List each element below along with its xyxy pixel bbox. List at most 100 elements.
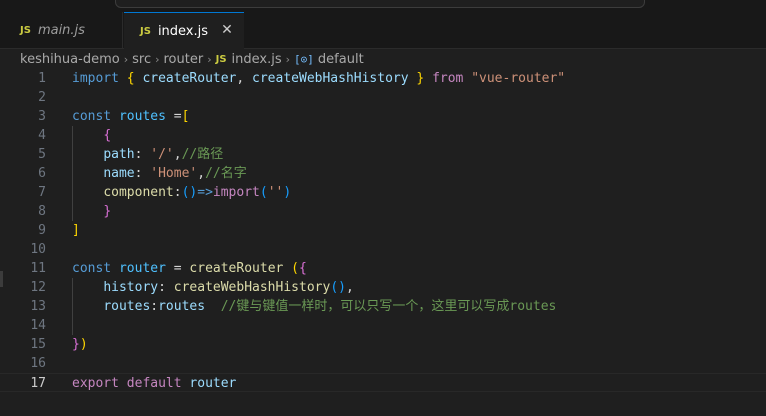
code-text: history: createWebHashHistory(), — [72, 278, 354, 297]
editor-tab-bar: JS main.js JS index.js ✕ — [0, 12, 766, 49]
code-token: : — [173, 185, 182, 200]
command-center[interactable] — [115, 0, 645, 8]
code-line[interactable]: 16 — [0, 354, 766, 373]
code-line[interactable]: 15}) — [0, 335, 766, 354]
code-line[interactable]: 9] — [0, 221, 766, 240]
code-token: } — [72, 337, 80, 352]
code-line[interactable]: 8 } — [0, 202, 766, 221]
code-token: from — [432, 71, 464, 86]
code-token: createWebHashHistory — [252, 71, 409, 86]
code-token: name — [103, 166, 135, 181]
code-token: , — [345, 280, 354, 295]
code-token: : — [150, 299, 159, 314]
javascript-file-icon: JS — [215, 53, 227, 65]
code-text: } — [72, 202, 111, 221]
scroll-marker — [0, 271, 3, 287]
line-number: 11 — [30, 261, 46, 276]
breadcrumb-item-router[interactable]: router — [164, 52, 204, 67]
breadcrumb-item-symbol[interactable]: default — [318, 52, 364, 67]
code-token: "vue-router" — [471, 71, 566, 86]
chevron-right-icon: › — [285, 52, 291, 66]
code-token: router — [118, 261, 166, 276]
line-number: 14 — [30, 318, 46, 333]
code-token: const — [72, 109, 112, 124]
code-line[interactable]: 2 — [0, 88, 766, 107]
code-line[interactable]: 13 routes:routes //键与键值一样时，可以只写一个，这里可以写成… — [0, 297, 766, 316]
code-token: { — [103, 128, 112, 143]
code-token: createRouter — [189, 261, 284, 276]
code-token: { — [126, 71, 135, 86]
code-token: '/' — [150, 147, 174, 162]
chevron-right-icon: › — [123, 52, 129, 66]
line-number: 3 — [38, 109, 46, 124]
title-bar — [0, 0, 766, 12]
code-token: , — [173, 147, 182, 162]
line-number: 15 — [30, 337, 46, 352]
code-line[interactable]: 1 import { createRouter, createWebHashHis… — [0, 69, 766, 88]
code-line[interactable]: 6 name: 'Home',//名字 — [0, 164, 766, 183]
line-number: 2 — [38, 90, 46, 105]
javascript-file-icon: JS — [140, 25, 151, 37]
close-icon[interactable]: ✕ — [218, 21, 236, 39]
code-line[interactable]: 5 path: '/',//路径 — [0, 145, 766, 164]
code-text: ] — [72, 221, 80, 240]
line-number: 4 — [38, 128, 46, 143]
line-number: 17 — [30, 376, 46, 391]
code-text: { — [72, 126, 111, 145]
code-text: const router = createRouter ({ — [72, 259, 307, 278]
line-number: 6 — [38, 166, 46, 181]
code-token: //名字 — [205, 166, 247, 181]
line-number: 13 — [30, 299, 46, 314]
code-token: => — [197, 185, 213, 200]
code-line[interactable]: 4 { — [0, 126, 766, 145]
code-line[interactable]: 11 const router = createRouter ({ — [0, 259, 766, 278]
code-line[interactable]: 17 export default router — [0, 373, 766, 392]
tab-main-js[interactable]: JS main.js — [0, 12, 123, 48]
code-text: export default router — [72, 374, 236, 393]
code-editor[interactable]: 1 import { createRouter, createWebHashHis… — [0, 69, 766, 416]
code-line[interactable]: 10 — [0, 240, 766, 259]
code-token: component — [103, 185, 174, 200]
breadcrumb-item-src[interactable]: src — [132, 52, 151, 67]
code-token: ( — [259, 185, 268, 200]
code-line[interactable]: 12 history: createWebHashHistory(), — [0, 278, 766, 297]
code-token: createRouter — [142, 71, 237, 86]
code-token: routes — [103, 299, 151, 314]
code-token: , — [197, 166, 206, 181]
code-token: export — [72, 376, 119, 391]
code-text: routes:routes //键与键值一样时，可以只写一个，这里可以写成rou… — [72, 297, 556, 316]
tab-index-js[interactable]: JS index.js ✕ — [124, 12, 244, 49]
code-token: default — [126, 376, 182, 391]
code-text: name: 'Home',//名字 — [72, 164, 247, 183]
code-line[interactable]: 7 component:()=>import('') — [0, 183, 766, 202]
line-number: 10 — [30, 242, 46, 257]
code-token: path — [103, 147, 135, 162]
code-token: import — [212, 185, 260, 200]
code-line[interactable]: 3 const routes =[ — [0, 107, 766, 126]
code-token: ( — [291, 261, 299, 276]
code-text: const routes =[ — [72, 107, 189, 126]
code-token: '' — [267, 185, 284, 200]
code-token: , — [236, 71, 253, 86]
code-token: const — [72, 261, 112, 276]
line-number: 9 — [38, 223, 46, 238]
code-token: : — [158, 280, 174, 295]
code-token: () — [181, 185, 198, 200]
code-line[interactable]: 14 — [0, 316, 766, 335]
chevron-right-icon: › — [155, 52, 160, 66]
code-token: 'Home' — [150, 166, 198, 181]
breadcrumb-item-file[interactable]: index.js — [232, 52, 282, 67]
breadcrumb-item-project[interactable]: keshihua-demo — [20, 52, 120, 67]
breadcrumb: keshihua-demo › src › router › JS index.… — [0, 49, 766, 69]
code-token: { — [299, 261, 307, 276]
